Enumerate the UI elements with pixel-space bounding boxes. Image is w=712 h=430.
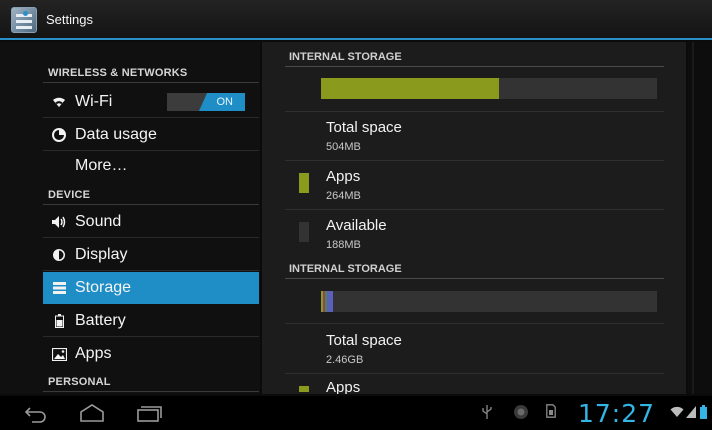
section-header: INTERNAL STORAGE <box>289 51 402 63</box>
battery-icon <box>700 405 707 422</box>
action-bar: Settings <box>0 0 712 40</box>
sidebar-item-more[interactable]: More… <box>43 152 259 184</box>
entry-title: Apps <box>326 379 361 394</box>
speaker-icon <box>51 214 67 230</box>
settings-sidebar: WIRELESS & NETWORKS Wi-Fi ON Data usage … <box>0 42 260 394</box>
settings-app-icon[interactable] <box>11 7 37 33</box>
section-header: INTERNAL STORAGE <box>289 263 402 275</box>
category-personal: PERSONAL <box>48 376 111 388</box>
wifi-toggle-state: ON <box>216 96 234 108</box>
sidebar-item-data-usage[interactable]: Data usage <box>43 119 259 151</box>
sidebar-item-storage[interactable]: Storage <box>43 272 259 304</box>
entry-title: Total space <box>326 119 402 136</box>
sidebar-item-label: Battery <box>75 312 126 329</box>
usage-segment-3 <box>327 291 334 312</box>
entry-value: 264MB <box>326 190 361 202</box>
wifi-icon <box>51 94 67 110</box>
sidebar-item-battery[interactable]: Battery <box>43 305 259 337</box>
apps-icon <box>51 346 67 362</box>
sidebar-item-label: Storage <box>75 279 132 296</box>
available-color-swatch <box>299 222 309 242</box>
recent-apps-button[interactable] <box>135 403 163 423</box>
storage-detail-pane: INTERNAL STORAGE Total space 504MB Apps … <box>262 42 686 394</box>
apps-color-swatch <box>299 173 309 193</box>
sidebar-item-sound[interactable]: Sound <box>43 206 259 238</box>
sdcard-icon <box>546 404 556 421</box>
data-usage-icon <box>51 127 67 143</box>
storage-usage-bar <box>321 291 657 312</box>
usb-icon <box>482 405 492 422</box>
home-button[interactable] <box>78 403 106 423</box>
brightness-icon <box>51 247 67 263</box>
page-title: Settings <box>46 12 93 27</box>
system-navigation-bar: 17:27 <box>0 396 712 430</box>
category-divider <box>43 391 259 392</box>
storage-usage-bar <box>321 78 657 99</box>
scrollbar[interactable] <box>688 42 712 394</box>
sidebar-item-label: Wi-Fi <box>75 93 113 110</box>
wifi-signal-icon <box>670 406 684 421</box>
entry-value: 504MB <box>326 141 361 153</box>
category-divider <box>43 82 259 83</box>
wifi-toggle[interactable]: ON <box>167 93 245 111</box>
sidebar-item-label: Sound <box>75 213 122 230</box>
battery-icon <box>51 313 67 329</box>
entry-title: Available <box>326 217 387 234</box>
entry-title: Apps <box>326 168 361 185</box>
apps-color-swatch <box>299 386 309 392</box>
sidebar-item-apps[interactable]: Apps <box>43 338 259 370</box>
entry-value: 188MB <box>326 239 361 251</box>
status-clock: 17:27 <box>578 399 656 428</box>
cell-signal-icon <box>686 406 696 421</box>
record-icon <box>513 404 529 423</box>
category-divider <box>43 204 259 205</box>
back-button[interactable] <box>22 403 50 423</box>
storage-icon <box>51 280 67 296</box>
entry-value: 2.46GB <box>326 354 364 366</box>
category-device: DEVICE <box>48 189 91 201</box>
sidebar-item-display[interactable]: Display <box>43 239 259 271</box>
sidebar-item-label: Data usage <box>75 126 157 143</box>
sidebar-item-label: Apps <box>75 345 112 362</box>
sidebar-item-label: More… <box>75 157 128 174</box>
category-wireless-networks: WIRELESS & NETWORKS <box>48 67 188 79</box>
sidebar-item-label: Display <box>75 246 128 263</box>
sidebar-item-wifi[interactable]: Wi-Fi ON <box>43 86 259 118</box>
usage-segment-apps <box>321 78 500 99</box>
entry-title: Total space <box>326 332 402 349</box>
